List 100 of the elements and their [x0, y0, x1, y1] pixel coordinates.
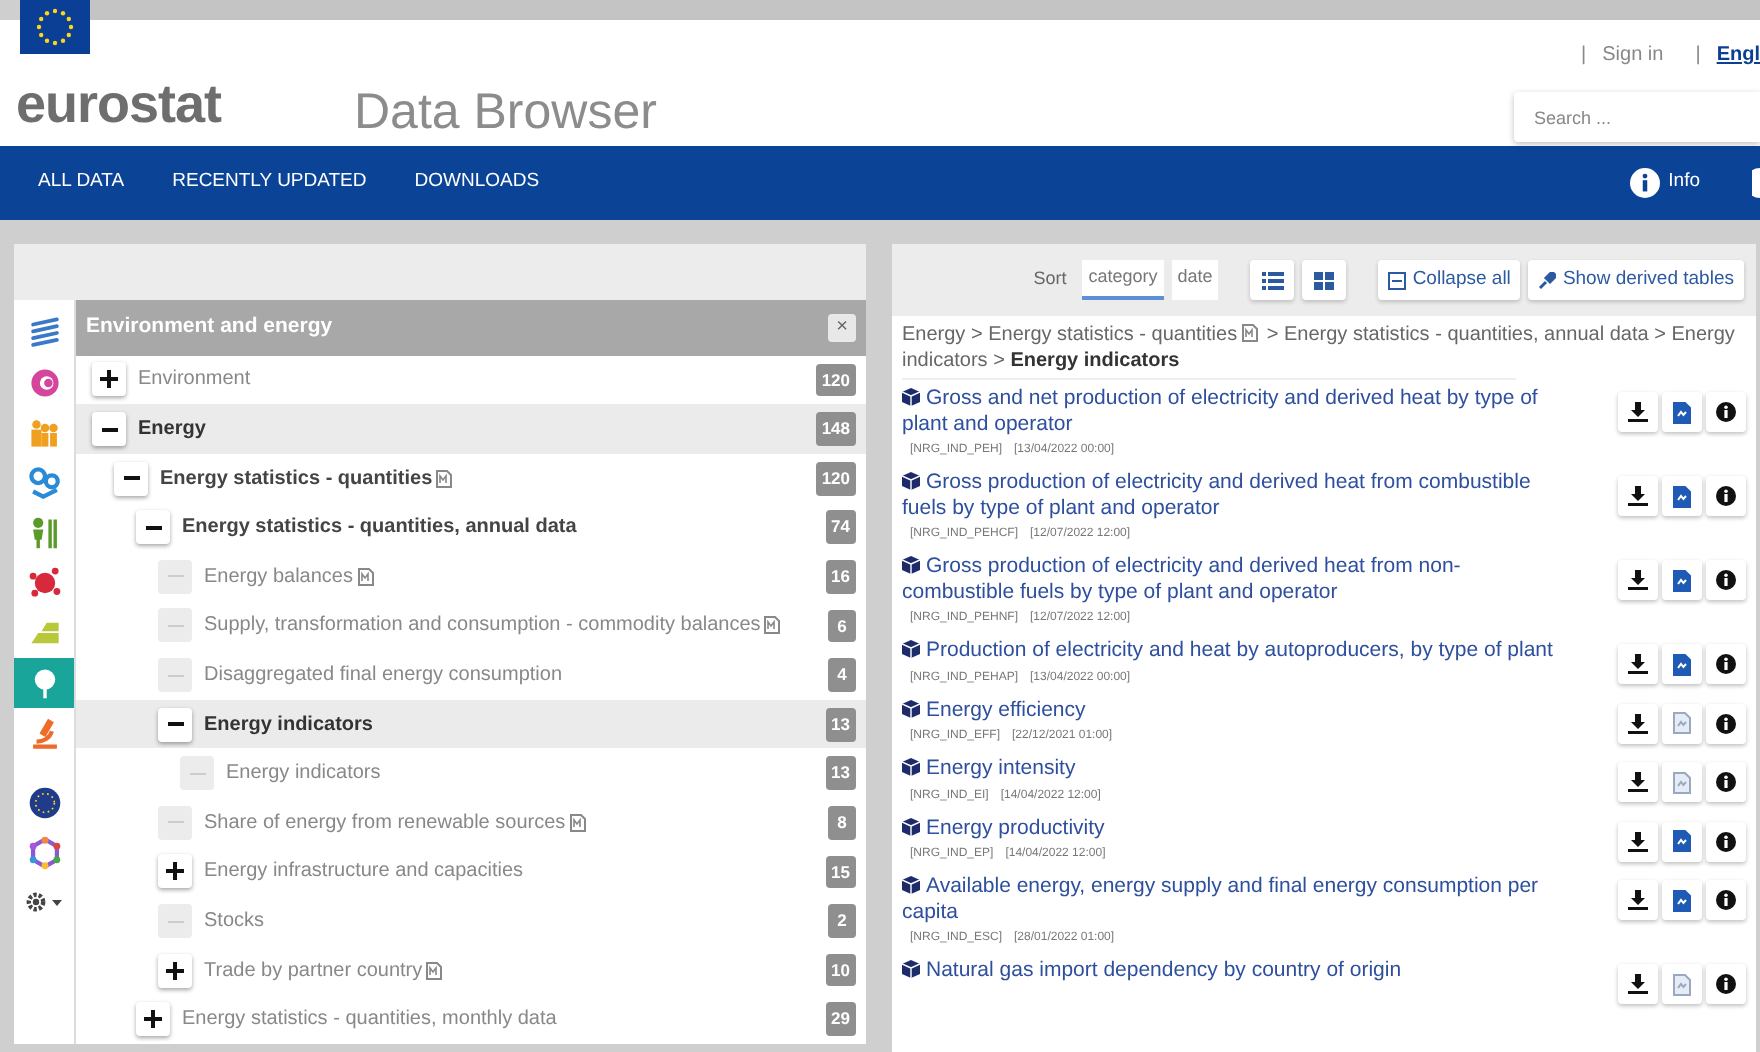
- info-button[interactable]: [1706, 964, 1746, 1004]
- count-badge: 13: [825, 707, 856, 742]
- collapse-button[interactable]: [136, 510, 170, 545]
- tree-item[interactable]: Energy indicators 13: [76, 699, 866, 749]
- sort-tab[interactable]: category: [1082, 260, 1164, 300]
- download-button[interactable]: [1618, 560, 1658, 600]
- dataset-link[interactable]: Gross production of electricity and derived heat from combustible fuels by type of plant and operator: [902, 470, 1562, 520]
- header-link[interactable]: Sign in: [1602, 40, 1664, 70]
- metadata-button[interactable]: [1662, 880, 1702, 920]
- tree-item[interactable]: Energy infrastructure and capacities 15: [76, 847, 866, 897]
- separator: |: [1695, 42, 1701, 70]
- metadata-button[interactable]: [1662, 821, 1702, 861]
- cube-icon: [902, 876, 920, 894]
- metadata-button[interactable]: [1662, 392, 1702, 432]
- download-button[interactable]: [1618, 476, 1658, 516]
- plus-icon: [100, 370, 118, 389]
- info-button[interactable]: [1706, 762, 1746, 802]
- tree-item[interactable]: Trade by partner country 10: [76, 945, 866, 995]
- expand-button[interactable]: [158, 854, 192, 889]
- list-view-button[interactable]: [1250, 260, 1295, 300]
- info-button[interactable]: [1706, 821, 1746, 861]
- download-button[interactable]: [1618, 644, 1658, 684]
- info-icon: [1716, 713, 1736, 733]
- collapse-all-button[interactable]: Collapse all: [1378, 260, 1521, 300]
- expand-button[interactable]: [92, 362, 126, 397]
- cube-icon: [902, 556, 920, 574]
- tree-item[interactable]: Energy balances 16: [76, 552, 866, 602]
- info-button[interactable]: [1706, 392, 1746, 432]
- dataset-link[interactable]: Energy productivity: [902, 815, 1562, 840]
- logo[interactable]: eurostat: [16, 64, 222, 145]
- info-link[interactable]: Info: [1630, 168, 1700, 198]
- count-badge: 29: [825, 1002, 856, 1037]
- close-button[interactable]: ×: [828, 313, 856, 342]
- dataset-link[interactable]: Gross production of electricity and derived heat from non-combustible fuels by type of plant and operator: [902, 554, 1562, 604]
- download-button[interactable]: [1618, 703, 1658, 743]
- download-icon: [1628, 713, 1648, 733]
- tree-item[interactable]: Energy statistics - quantities 120: [76, 453, 866, 503]
- sort-tab[interactable]: date: [1171, 260, 1219, 300]
- plus-icon: [144, 1010, 162, 1029]
- download-icon: [1628, 772, 1648, 792]
- collapse-button[interactable]: [158, 707, 192, 742]
- nav-link-item[interactable]: ALL DATA: [38, 168, 125, 198]
- tree-label: Energy indicators: [226, 760, 381, 789]
- nav-link-item[interactable]: RECENTLY UPDATED: [172, 168, 367, 198]
- download-icon: [1628, 570, 1648, 590]
- expand-button[interactable]: [158, 953, 192, 988]
- cube-icon: [902, 758, 920, 776]
- download-icon: [1628, 654, 1648, 674]
- count-badge: 13: [825, 756, 856, 791]
- tree-item[interactable]: Energy indicators 13: [76, 748, 866, 799]
- metadata-button[interactable]: [1662, 560, 1702, 600]
- info-button[interactable]: [1706, 880, 1746, 920]
- tree-item[interactable]: Energy 148: [76, 404, 866, 454]
- download-icon: [1628, 831, 1648, 851]
- tree-label: Energy infrastructure and capacities: [204, 858, 524, 887]
- info-icon: [1716, 486, 1736, 506]
- metadata-button[interactable]: [1662, 644, 1702, 684]
- count-badge: 2: [828, 904, 856, 938]
- nav-link-item[interactable]: DOWNLOADS: [414, 168, 540, 198]
- pin-icon: [1538, 271, 1557, 289]
- dataset-link[interactable]: Production of electricity and heat by autoproducers, by type of plant: [902, 638, 1562, 663]
- download-button[interactable]: [1618, 392, 1658, 432]
- count-badge: 120: [815, 363, 856, 397]
- count-badge: 4: [828, 658, 856, 692]
- dataset-link[interactable]: Energy efficiency: [902, 697, 1562, 722]
- dataset-link[interactable]: Available energy, energy supply and final energy consumption per capita: [902, 874, 1562, 924]
- download-button[interactable]: [1618, 880, 1658, 920]
- tree-item[interactable]: Disaggregated final energy consumption 4: [76, 650, 866, 700]
- info-button[interactable]: [1706, 560, 1746, 600]
- dataset-link[interactable]: Energy intensity: [902, 756, 1562, 781]
- tree-item[interactable]: Share of energy from renewable sources 8: [76, 798, 866, 848]
- info-button[interactable]: [1706, 703, 1746, 743]
- download-button[interactable]: [1618, 821, 1658, 861]
- derived-tables-button[interactable]: Show derived tables: [1528, 260, 1744, 300]
- dataset-link[interactable]: Gross and net production of electricity and derived heat by type of plant and operator: [902, 386, 1562, 436]
- search-field[interactable]: Search ...: [1514, 92, 1760, 142]
- tree-item[interactable]: Energy statistics - quantities, annual data 74: [76, 502, 866, 553]
- info-button[interactable]: [1706, 644, 1746, 684]
- tree-item[interactable]: Energy statistics - quantities, monthly data 29: [76, 994, 866, 1044]
- tree-item[interactable]: Environment 120: [76, 355, 866, 405]
- collapse-button[interactable]: [114, 461, 148, 496]
- dataset-link[interactable]: Natural gas import dependency by country of origin: [902, 958, 1562, 983]
- info-icon: [1716, 654, 1736, 674]
- collapse-button[interactable]: [92, 412, 126, 447]
- grid-view-button[interactable]: [1302, 260, 1347, 300]
- plus-icon: [166, 961, 184, 980]
- tree-item[interactable]: Stocks 2: [76, 896, 866, 946]
- download-button[interactable]: [1618, 964, 1658, 1004]
- download-button[interactable]: [1618, 762, 1658, 802]
- expand-button[interactable]: [136, 1002, 170, 1037]
- cube-icon: [902, 388, 920, 406]
- sort-label: Sort: [1033, 266, 1067, 293]
- info-icon: [1716, 402, 1736, 422]
- count-badge: 74: [825, 510, 856, 545]
- tree-item[interactable]: Supply, transformation and consumption - commodity balances 6: [76, 601, 866, 651]
- metadata-button[interactable]: [1662, 476, 1702, 516]
- header-link[interactable]: Engl: [1716, 40, 1760, 70]
- tree-label: Energy balances: [204, 563, 353, 592]
- count-badge: 120: [815, 461, 856, 496]
- info-button[interactable]: [1706, 476, 1746, 516]
